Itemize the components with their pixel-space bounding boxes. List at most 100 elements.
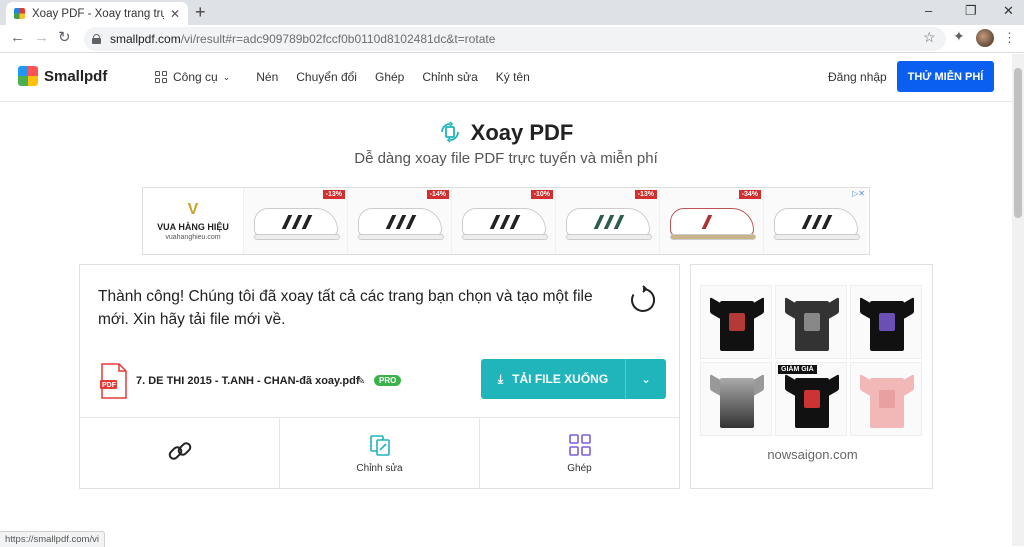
page-title: Xoay PDF [470,120,574,145]
ad-brand-site: vuahanghieu.com [165,233,221,241]
minimize-icon[interactable]: – [925,3,932,18]
discount-badge: -13% [634,190,657,199]
url-host: smallpdf.com [110,32,181,46]
share-link-action[interactable] [80,418,280,489]
profile-avatar[interactable] [976,29,994,47]
ad-product[interactable]: -14% [347,188,451,254]
url-path: /vi/result#r=adc909789b02fccf0b0110d8102… [180,32,496,46]
discount-badge: -10% [530,190,553,199]
extensions-puzzle-icon[interactable]: ✦ [953,28,965,45]
ad-product[interactable]: ▷✕ [763,188,867,254]
file-name: 7. DE THI 2015 - T.ANH - CHAN-đã xoay.pd… [136,375,360,387]
sneaker-image [358,208,444,240]
smallpdf-logo[interactable]: Smallpdf [18,66,107,86]
chevron-down-icon: ⌄ [640,372,652,386]
tshirt-image [860,372,914,428]
close-window-icon[interactable]: ✕ [1003,3,1014,19]
download-options-button[interactable]: ⌄ [626,359,666,399]
nav-edit[interactable]: Chỉnh sửa [422,70,477,84]
sneaker-image [774,208,860,240]
close-tab-icon[interactable]: ✕ [170,7,180,21]
maximize-icon[interactable]: ❐ [965,3,977,19]
sneaker-image [462,208,548,240]
page-scrollbar-thumb[interactable] [1014,68,1022,218]
ad-brand-name: VUA HÀNG HIỆU [157,221,229,232]
rotate-pdf-icon [440,121,459,143]
page-title-row: Xoay PDF [0,120,1012,146]
ad-product[interactable]: -34% [659,188,763,254]
page-subtitle: Dễ dàng xoay file PDF trực tuyến và miễn… [354,150,658,167]
browser-tab[interactable]: Xoay PDF - Xoay trang trực tuyến ✕ [6,2,188,25]
download-button[interactable]: ⤓ TẢI FILE XUỐNG [481,359,625,399]
tshirt-product[interactable] [700,362,772,436]
free-trial-button[interactable]: THỬ MIỄN PHÍ [897,61,994,92]
ad-brand: V VUA HÀNG HIỆU vuahanghieu.com [143,188,243,254]
bookmark-star-icon[interactable]: ☆ [923,29,936,46]
nav-merge[interactable]: Ghép [375,70,404,84]
tshirt-product[interactable] [775,285,847,359]
svg-text:PDF: PDF [102,382,117,389]
ad-product[interactable]: -13% [243,188,347,254]
ad-domain[interactable]: nowsaigon.com [691,447,934,462]
pdf-file-icon: PDF [100,363,127,399]
browser-tabstrip: Xoay PDF - Xoay trang trực tuyến ✕ + – ❐… [0,0,1024,25]
discount-badge: -34% [738,190,761,199]
tshirt-product[interactable] [700,285,772,359]
edit-pdf-icon [369,435,390,456]
sneaker-image [670,208,756,240]
start-over-icon[interactable] [628,285,658,315]
pro-badge: PRO [374,375,402,386]
download-icon: ⤓ [497,371,504,386]
tshirt-image [785,372,839,428]
reload-icon[interactable]: ↻ [58,30,71,46]
edit-label: Chỉnh sửa [356,463,403,474]
forward-icon[interactable]: → [34,30,49,46]
tshirt-image [710,295,764,351]
browser-status-url: https://smallpdf.com/vi [0,531,105,547]
tshirt-image [785,295,839,351]
nav-convert[interactable]: Chuyển đổi [296,70,357,84]
nav-sign[interactable]: Ký tên [496,70,530,84]
new-tab-button[interactable]: + [195,3,206,21]
address-bar[interactable]: smallpdf.com/vi/result#r=adc909789b02fcc… [84,27,946,51]
ad-product[interactable]: -10% [451,188,555,254]
tshirt-image [860,295,914,351]
link-icon [168,441,191,460]
edit-action[interactable]: Chỉnh sửa [280,418,480,489]
tshirt-side-ad[interactable]: ⓘ ✕ GIẢM GIÁ nowsaigon.com [690,264,933,489]
result-card: Thành công! Chúng tôi đã xoay tất cả các… [79,264,680,489]
result-actions: Chỉnh sửa Ghép [80,417,679,489]
grid-icon [155,71,167,83]
rename-pencil-icon[interactable]: ✎ [356,374,365,387]
smallpdf-logo-icon [18,66,38,86]
main-nav: Công cụ ⌄ Nén Chuyển đổi Ghép Chỉnh sửa … [155,70,548,84]
nav-compress[interactable]: Nén [256,70,278,84]
merge-pdf-icon [568,434,591,456]
tshirt-grid: GIẢM GIÁ [700,285,922,436]
lock-icon [92,34,101,44]
sale-tag: GIẢM GIÁ [778,365,817,374]
site-header: Smallpdf Công cụ ⌄ Nén Chuyển đổi Ghép C… [0,54,1012,102]
nav-tools[interactable]: Công cụ ⌄ [155,70,230,84]
shoe-ad-banner[interactable]: V VUA HÀNG HIỆU vuahanghieu.com -13% -14… [142,187,870,255]
discount-badge: -14% [426,190,449,199]
ad-product[interactable]: -13% [555,188,659,254]
tab-title: Xoay PDF - Xoay trang trực tuyến [32,7,164,20]
smallpdf-favicon-icon [14,8,25,19]
nav-tools-label: Công cụ [173,70,218,84]
ad-info-icon[interactable]: ▷✕ [852,189,865,198]
tshirt-product[interactable] [850,285,922,359]
merge-action[interactable]: Ghép [480,418,679,489]
browser-menu-icon[interactable]: ⋮ [1003,30,1016,46]
back-icon[interactable]: ← [10,30,25,46]
discount-badge: -13% [322,190,345,199]
browser-toolbar: ← → ↻ smallpdf.com/vi/result#r=adc909789… [0,25,1024,53]
crown-v-icon: V [187,200,199,218]
sneaker-image [254,208,340,240]
logo-text: Smallpdf [44,67,108,85]
login-link[interactable]: Đăng nhập [828,70,887,84]
download-button-group: ⤓ TẢI FILE XUỐNG ⌄ [481,359,666,399]
merge-label: Ghép [567,463,592,474]
tshirt-product[interactable]: GIẢM GIÁ [775,362,847,436]
tshirt-product[interactable] [850,362,922,436]
